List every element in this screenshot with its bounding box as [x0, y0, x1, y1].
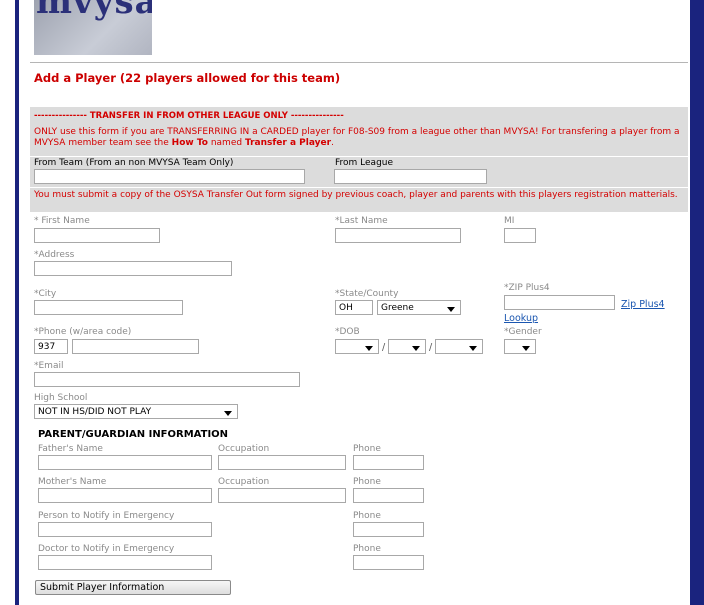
address-label: *Address: [34, 250, 74, 260]
high-school-select-value: NOT IN HS/DID NOT PLAY: [38, 407, 152, 417]
transfer-notice: ONLY use this form if you are TRANSFERRI…: [34, 127, 684, 149]
mother-phone-label: Phone: [353, 477, 381, 487]
first-name-label-text: First Name: [41, 216, 90, 226]
transfer-a-player-text: Transfer a Player: [244, 138, 332, 148]
phone-area-input[interactable]: [34, 339, 68, 354]
father-occupation-label: Occupation: [218, 444, 270, 454]
county-select-value: Greene: [381, 303, 414, 313]
emergency-phone-input[interactable]: [353, 522, 424, 537]
from-team-input[interactable]: [34, 169, 305, 184]
mvysa-logo: mvysa: [34, 0, 152, 55]
phone-number-input[interactable]: [72, 339, 199, 354]
city-input[interactable]: [34, 300, 183, 315]
fathers-name-label: Father's Name: [38, 444, 103, 454]
mothers-name-label: Mother's Name: [38, 477, 107, 487]
zip-plus4-link[interactable]: Zip Plus4: [621, 299, 665, 310]
chevron-down-icon: [365, 346, 373, 351]
submit-player-button[interactable]: Submit Player Information: [35, 580, 231, 595]
email-label: *Email: [34, 361, 63, 371]
chevron-down-icon: [522, 346, 530, 351]
first-name-label: * First Name: [34, 216, 90, 226]
father-phone-label: Phone: [353, 444, 381, 454]
page-title: Add a Player (22 players allowed for thi…: [34, 71, 341, 85]
from-league-label: From League: [335, 158, 394, 168]
dob-separator: /: [382, 342, 386, 353]
osysa-notice: You must submit a copy of the OSYSA Tran…: [34, 190, 678, 200]
chevron-down-icon: [224, 411, 232, 416]
transfer-panel: --------------- TRANSFER IN FROM OTHER L…: [30, 107, 688, 156]
required-mark: *: [34, 216, 39, 226]
father-occupation-input[interactable]: [218, 455, 346, 470]
zip-label: *ZIP Plus4: [504, 283, 550, 293]
doctor-label: Doctor to Notify in Emergency: [38, 544, 175, 554]
zip-label-text: ZIP Plus4: [508, 283, 550, 293]
first-name-input[interactable]: [34, 228, 160, 243]
transfer-heading: --------------- TRANSFER IN FROM OTHER L…: [34, 111, 344, 121]
phone-label: *Phone (w/area code): [34, 327, 131, 337]
city-label-text: City: [38, 289, 57, 299]
chevron-down-icon: [469, 346, 477, 351]
dob-month-select[interactable]: [335, 339, 379, 354]
father-phone-input[interactable]: [353, 455, 424, 470]
mother-occupation-label: Occupation: [218, 477, 270, 487]
dob-separator: /: [429, 342, 433, 353]
high-school-select[interactable]: NOT IN HS/DID NOT PLAY: [34, 404, 238, 419]
dob-label-text: DOB: [339, 327, 360, 337]
city-label: *City: [34, 289, 56, 299]
chevron-down-icon: [412, 346, 420, 351]
dob-label: *DOB: [335, 327, 360, 337]
how-to-text: How To: [171, 138, 208, 148]
state-input[interactable]: [335, 300, 373, 315]
doctor-input[interactable]: [38, 555, 212, 570]
dob-day-select[interactable]: [388, 339, 426, 354]
phone-label-text: Phone (w/area code): [38, 327, 132, 337]
gender-label: *Gender: [504, 327, 542, 337]
mothers-name-input[interactable]: [38, 488, 212, 503]
dob-year-select[interactable]: [435, 339, 483, 354]
mother-phone-input[interactable]: [353, 488, 424, 503]
transfer-notice-text-2: named: [207, 138, 245, 148]
last-name-label: *Last Name: [335, 216, 388, 226]
fathers-name-input[interactable]: [38, 455, 212, 470]
mi-input[interactable]: [504, 228, 536, 243]
parent-guardian-heading: PARENT/GUARDIAN INFORMATION: [38, 429, 229, 440]
mother-occupation-input[interactable]: [218, 488, 346, 503]
divider: [30, 62, 688, 63]
doctor-phone-input[interactable]: [353, 555, 424, 570]
address-input[interactable]: [34, 261, 232, 276]
right-border: [690, 0, 704, 605]
email-input[interactable]: [34, 372, 300, 387]
email-label-text: Email: [38, 361, 64, 371]
last-name-input[interactable]: [335, 228, 461, 243]
from-league-input[interactable]: [334, 169, 487, 184]
chevron-down-icon: [447, 307, 455, 312]
county-select[interactable]: Greene: [377, 300, 461, 315]
left-border: [0, 0, 19, 605]
emergency-phone-label: Phone: [353, 511, 381, 521]
transfer-notice-end: .: [331, 138, 334, 148]
logo-text: mvysa: [36, 0, 152, 22]
address-label-text: Address: [38, 250, 75, 260]
from-team-label: From Team (From an non MVYSA Team Only): [34, 158, 234, 168]
mi-label: MI: [504, 216, 515, 226]
high-school-label: High School: [34, 393, 88, 403]
transfer-fields-panel: From Team (From an non MVYSA Team Only) …: [30, 157, 688, 187]
state-county-label: *State/County: [335, 289, 398, 299]
zip-input[interactable]: [504, 295, 615, 310]
osysa-panel: You must submit a copy of the OSYSA Tran…: [30, 188, 688, 212]
emergency-contact-input[interactable]: [38, 522, 212, 537]
gender-label-text: Gender: [508, 327, 542, 337]
gender-select[interactable]: [504, 339, 536, 354]
state-county-label-text: State/County: [339, 289, 399, 299]
emergency-contact-label: Person to Notify in Emergency: [38, 511, 175, 521]
doctor-phone-label: Phone: [353, 544, 381, 554]
transfer-notice-text: ONLY use this form if you are TRANSFERRI…: [34, 127, 680, 148]
last-name-label-text: Last Name: [339, 216, 388, 226]
zip-lookup-link[interactable]: Lookup: [504, 313, 538, 324]
